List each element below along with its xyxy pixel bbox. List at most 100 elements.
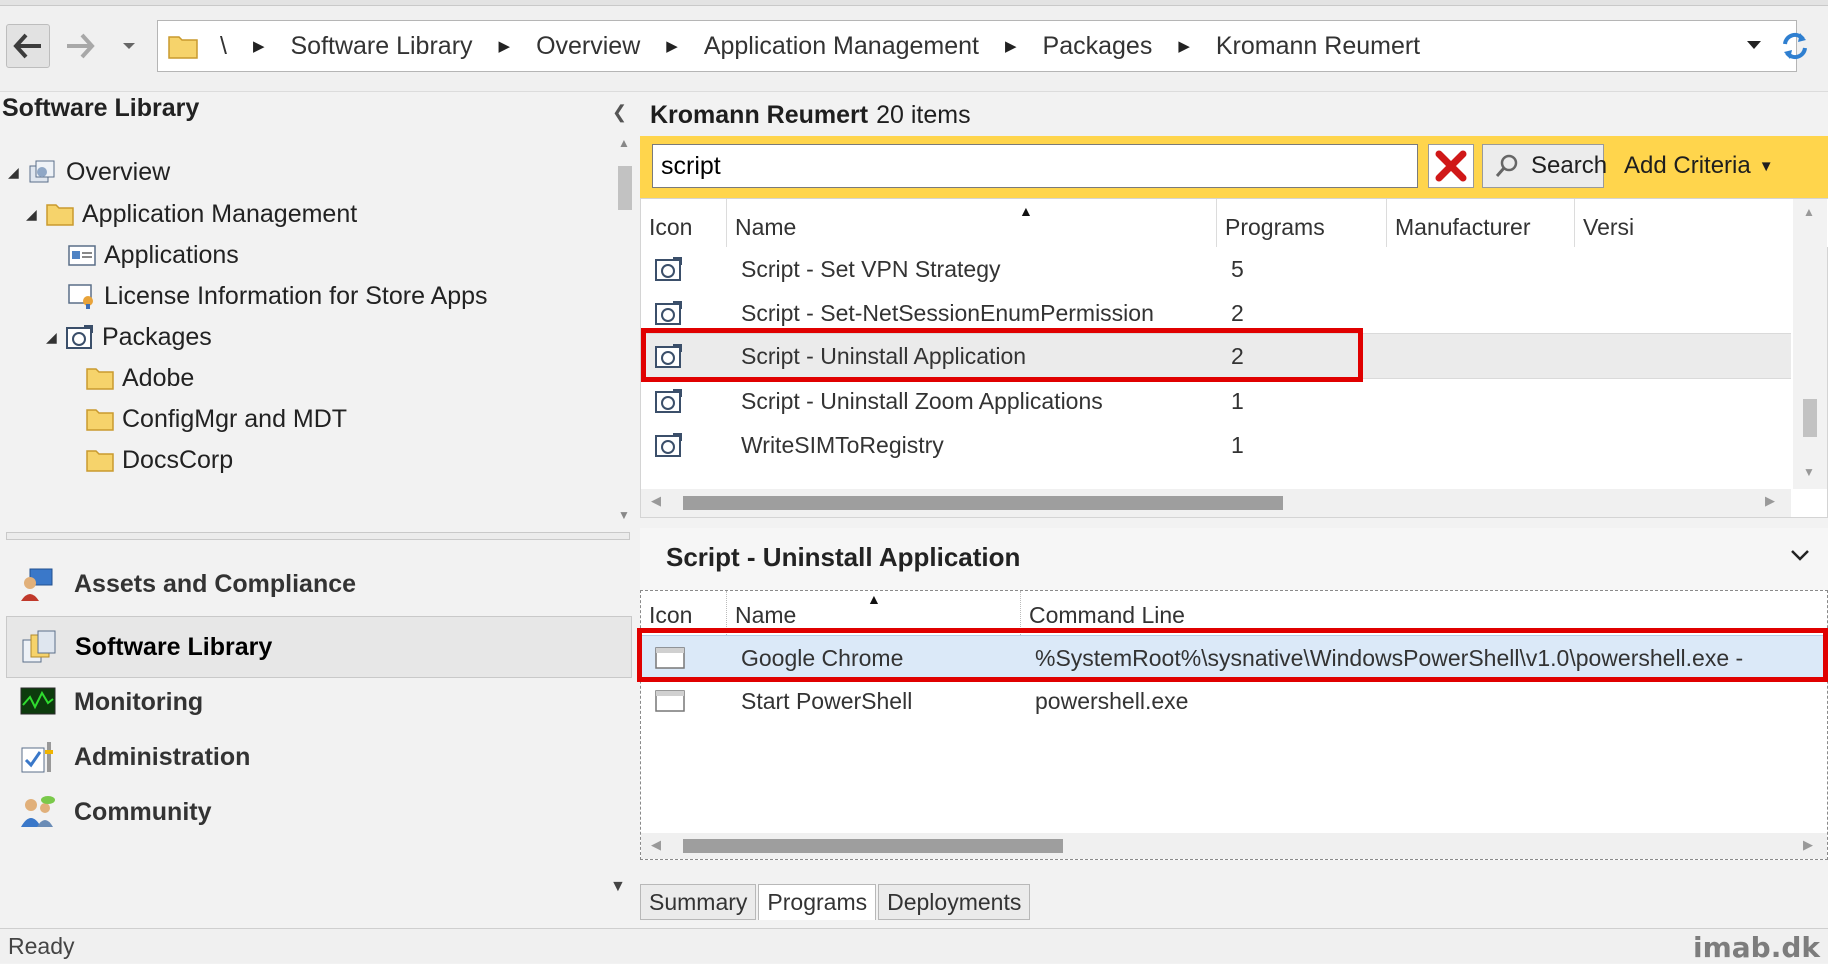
table-row[interactable]: Script - Set VPN Strategy 5 [641, 247, 1791, 291]
breadcrumb-software-library[interactable]: Software Library [291, 32, 473, 61]
tree-item-packages[interactable]: ◢ Packages [46, 315, 212, 359]
program-icon [655, 679, 685, 723]
tree-item-configmgr-mdt[interactable]: ConfigMgr and MDT [66, 397, 347, 441]
license-icon [68, 283, 96, 309]
software-library-icon [21, 630, 57, 664]
add-criteria-button[interactable]: Add Criteria ▼ [1624, 144, 1774, 188]
sort-ascending-icon: ▲ [1019, 203, 1033, 219]
table-row[interactable]: Start PowerShell powershell.exe [641, 679, 1827, 723]
workspace-administration[interactable]: Administration [6, 727, 630, 787]
arrow-right-icon [67, 33, 95, 59]
address-field[interactable]: \ ▶ Software Library ▶ Overview ▶ Applic… [157, 20, 1797, 72]
program-count: 1 [1231, 431, 1244, 458]
scroll-up-icon[interactable]: ▲ [618, 136, 630, 150]
table-row[interactable]: WriteSIMToRegistry 1 [641, 423, 1791, 467]
tab-deployments[interactable]: Deployments [878, 884, 1031, 920]
pane-splitter[interactable] [6, 532, 630, 540]
scroll-right-icon[interactable]: ▶ [1765, 493, 1775, 509]
search-button[interactable]: Search [1482, 144, 1608, 188]
refresh-button[interactable] [1773, 24, 1817, 68]
details-tabs: Summary Programs Deployments [640, 884, 1828, 920]
sort-ascending-icon: ▲ [867, 591, 881, 607]
table-row[interactable]: Script - Uninstall Zoom Applications 1 [641, 379, 1791, 423]
tree-item-docscorp[interactable]: DocsCorp [66, 438, 233, 482]
workspace-community[interactable]: Community [6, 782, 630, 842]
tree-item-label: Overview [66, 157, 171, 186]
scrollbar-thumb[interactable] [1803, 399, 1817, 437]
grid-vertical-scrollbar[interactable]: ▲ ▼ [1793, 199, 1827, 489]
column-header-version[interactable]: Versi [1575, 199, 1791, 247]
program-name: Start PowerShell [741, 687, 913, 714]
workspace-assets-compliance[interactable]: Assets and Compliance [6, 554, 630, 614]
workspace-label: Administration [74, 742, 251, 771]
breadcrumb-kromann-reumert[interactable]: Kromann Reumert [1216, 32, 1420, 61]
tab-programs[interactable]: Programs [758, 884, 877, 920]
collapse-arrow-icon[interactable]: ◢ [46, 329, 66, 346]
column-header-programs[interactable]: Programs [1217, 199, 1387, 247]
breadcrumb-separator-icon[interactable]: ▶ [253, 37, 265, 55]
forward-button[interactable] [58, 24, 102, 68]
breadcrumb-separator-icon[interactable]: ▶ [1178, 37, 1190, 55]
tree-item-applications[interactable]: Applications [48, 233, 239, 277]
breadcrumb-application-management[interactable]: Application Management [704, 32, 979, 61]
navigation-pane: Software Library ❮ ◢ Overview ◢ Applicat… [0, 92, 640, 928]
collapse-arrow-icon[interactable]: ◢ [8, 164, 28, 181]
back-button[interactable] [6, 24, 50, 68]
programs-horizontal-scrollbar[interactable]: ◀ ▶ [641, 833, 1827, 859]
address-dropdown-icon[interactable] [1746, 39, 1762, 51]
window-top-edge [0, 0, 1828, 6]
history-dropdown[interactable] [114, 24, 144, 68]
workspace-label: Community [74, 797, 212, 826]
scroll-down-icon[interactable]: ▼ [1803, 465, 1815, 479]
scroll-right-icon[interactable]: ▶ [1803, 837, 1813, 853]
folder-icon [86, 407, 114, 431]
status-text: Ready [8, 933, 75, 959]
search-input[interactable] [652, 144, 1418, 188]
breadcrumb-root[interactable]: \ [220, 32, 227, 61]
scroll-left-icon[interactable]: ◀ [651, 493, 661, 509]
tree-item-overview[interactable]: ◢ Overview [8, 150, 170, 194]
folder-icon [86, 448, 114, 472]
dropdown-caret-icon: ▼ [1758, 157, 1774, 175]
breadcrumb-separator-icon[interactable]: ▶ [1005, 37, 1017, 55]
breadcrumb-separator-icon[interactable]: ▶ [499, 37, 511, 55]
folder-icon [168, 33, 198, 59]
scroll-up-icon[interactable]: ▲ [1803, 205, 1815, 219]
tree-item-license-information[interactable]: License Information for Store Apps [48, 274, 488, 318]
grid-horizontal-scrollbar[interactable]: ◀ ▶ [641, 489, 1791, 517]
tree-scrollbar[interactable]: ▲ ▼ [612, 136, 638, 526]
breadcrumb-packages[interactable]: Packages [1043, 32, 1153, 61]
tree-item-label: ConfigMgr and MDT [122, 404, 348, 433]
details-title: Script - Uninstall Application [666, 542, 1021, 572]
clear-search-button[interactable] [1428, 144, 1474, 188]
more-workspaces-icon[interactable]: ▼ [610, 878, 626, 896]
collapse-details-icon[interactable] [1790, 548, 1810, 562]
breadcrumb-separator-icon[interactable]: ▶ [666, 37, 678, 55]
magnifier-icon [1495, 154, 1519, 178]
add-criteria-label: Add Criteria [1624, 152, 1751, 179]
scrollbar-thumb[interactable] [683, 839, 1063, 853]
search-button-label: Search [1531, 152, 1608, 179]
community-icon [20, 795, 56, 829]
scroll-down-icon[interactable]: ▼ [618, 508, 630, 522]
tabs-spacer [640, 860, 1828, 884]
workspace-label: Assets and Compliance [74, 569, 357, 598]
column-header-icon[interactable]: Icon [641, 199, 727, 247]
tree-item-application-management[interactable]: ◢ Application Management [26, 192, 357, 236]
column-header-name[interactable]: Name [727, 199, 1217, 247]
scrollbar-thumb[interactable] [618, 166, 632, 210]
workspace-software-library[interactable]: Software Library [6, 616, 632, 678]
scroll-left-icon[interactable]: ◀ [651, 837, 661, 853]
collapse-pane-icon[interactable]: ❮ [612, 102, 627, 123]
workspace-monitoring[interactable]: Monitoring [6, 672, 630, 732]
results-pane: Kromann Reumert 20 items Search Add Crit… [637, 92, 1828, 928]
package-name: WriteSIMToRegistry [741, 431, 944, 458]
tree-item-adobe[interactable]: Adobe [66, 356, 194, 400]
package-name: Script - Set VPN Strategy [741, 255, 1001, 282]
tab-summary[interactable]: Summary [640, 884, 757, 920]
scrollbar-thumb[interactable] [683, 496, 1283, 510]
breadcrumb-overview[interactable]: Overview [536, 32, 640, 61]
column-header-manufacturer[interactable]: Manufacturer [1387, 199, 1575, 247]
administration-icon [20, 740, 56, 774]
collapse-arrow-icon[interactable]: ◢ [26, 206, 46, 223]
